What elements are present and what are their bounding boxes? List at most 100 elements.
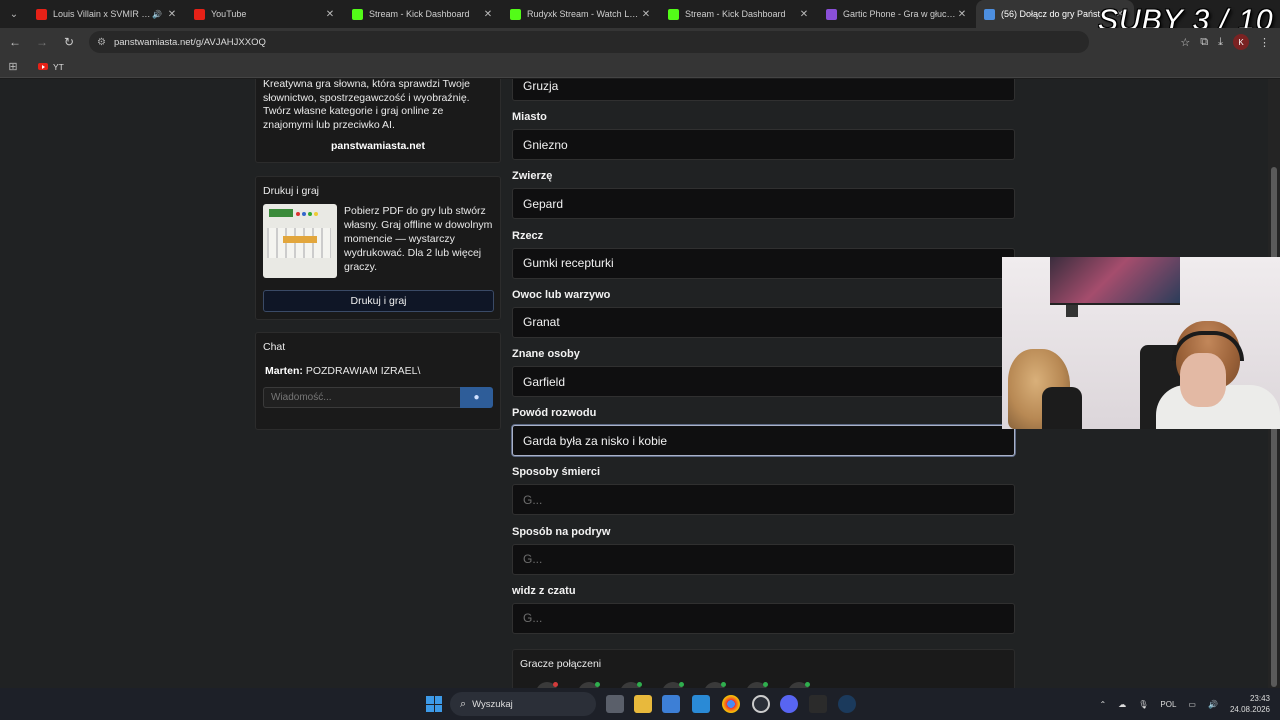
tab-title: Stream - Kick Dashboard (369, 9, 470, 19)
print-text: Pobierz PDF do gry lub stwórz własny. Gr… (344, 205, 493, 273)
answer-label: Sposoby śmierci (512, 466, 601, 479)
tab-title: Louis Villain x SVMIR - STA (53, 9, 152, 19)
answer-label: Znane osoby (512, 348, 580, 360)
answer-label: Owoc lub warzywo (512, 288, 611, 301)
system-tray: ⌃ ☁ 🎙 POL ▭ 🔊 23:43 24.08.2026 (1100, 688, 1270, 720)
tab-title: Rudyxk Stream - Watch Live on (527, 9, 640, 19)
chat-send-button[interactable]: ● (460, 387, 493, 408)
clock-date: 24.08.2026 (1229, 705, 1270, 714)
answer-field: Owoc lub warzywo (512, 289, 1015, 338)
tab-audio-icon[interactable]: 🔊 (152, 10, 162, 19)
tab-favicon-icon (510, 8, 521, 20)
browser-tab[interactable]: Rudyxk Stream - Watch Live on✕ (502, 0, 660, 28)
discord-icon[interactable] (780, 695, 798, 713)
print-pdf-thumbnail[interactable] (263, 204, 337, 278)
back-icon[interactable]: ← (3, 30, 27, 54)
tab-close-icon[interactable]: ✕ (956, 9, 968, 20)
bookmark-yt[interactable]: YT (38, 62, 64, 72)
tab-favicon-icon (826, 8, 837, 20)
store-icon[interactable] (662, 695, 680, 713)
answer-label: widz z czatu (512, 584, 576, 597)
bookmark-label: YT (53, 61, 64, 72)
players-card: Gracze połączeni (512, 649, 1015, 688)
bookmark-star-icon[interactable]: ☆ (1180, 36, 1190, 49)
tab-search-chevron-icon[interactable]: ⌄ (0, 0, 28, 28)
youtube-icon (38, 63, 48, 70)
answer-input[interactable] (512, 247, 1015, 279)
browser-tab[interactable]: Stream - Kick Dashboard ✕ (344, 0, 502, 28)
language-indicator[interactable]: POL (1160, 700, 1176, 709)
browser-tab[interactable]: Louis Villain x SVMIR - STA🔊 ✕ (28, 0, 186, 28)
forward-icon[interactable]: → (30, 30, 54, 54)
reload-icon[interactable]: ↻ (57, 30, 81, 54)
windows-taskbar: ⌕ Wyszukaj ⌃ ☁ 🎙 POL ▭ 🔊 23:43 24.08.202… (0, 688, 1280, 720)
answer-input[interactable] (512, 602, 1015, 634)
tab-close-icon[interactable]: ✕ (798, 9, 810, 20)
tab-close-icon[interactable]: ✕ (324, 9, 336, 20)
clock[interactable]: 23:43 24.08.2026 (1230, 693, 1270, 715)
answer-field: Rzecz (512, 230, 1015, 279)
extensions-icon[interactable]: ⧉ (1200, 36, 1208, 49)
microphone-icon[interactable]: 🎙 (1138, 700, 1148, 709)
answer-label: Rzecz (512, 229, 544, 242)
site-info-icon[interactable]: ⚙ (97, 37, 106, 48)
answer-input[interactable] (512, 306, 1015, 338)
answer-input[interactable] (512, 366, 1015, 397)
file-explorer-icon[interactable] (634, 695, 652, 713)
answer-input[interactable] (512, 79, 1015, 101)
menu-kebab-icon[interactable]: ⋮ (1259, 36, 1270, 49)
search-icon: ⌕ (460, 697, 467, 710)
chat-message: Marten: POZDRAWIAM IZRAEL\ (265, 365, 493, 377)
address-bar[interactable]: ⚙ panstwamiasta.net/g/AVJAHJXXOQ (89, 31, 1089, 53)
tab-favicon-icon (984, 8, 995, 20)
answer-input[interactable] (512, 484, 1015, 516)
answer-input[interactable] (512, 129, 1015, 161)
about-card: Kreatywna gra słowna, która sprawdzi Two… (255, 79, 501, 163)
network-icon[interactable]: ▭ (1188, 700, 1196, 709)
apps-grid-icon[interactable]: ⊞ (0, 60, 26, 73)
chat-author: Marten: (265, 365, 303, 377)
onedrive-icon[interactable]: ☁ (1118, 700, 1126, 709)
answer-input[interactable] (512, 543, 1015, 575)
chat-text: POZDRAWIAM IZRAEL\ (305, 365, 421, 377)
tab-close-icon[interactable]: ✕ (482, 9, 494, 20)
about-text: Kreatywna gra słowna, która sprawdzi Two… (263, 79, 470, 131)
webcam-overlay (1002, 257, 1280, 429)
profile-avatar[interactable]: K (1233, 34, 1249, 50)
browser-tab[interactable]: Gartic Phone - Gra w głuchy tel ✕ (818, 0, 976, 28)
mail-icon[interactable] (692, 695, 710, 713)
epic-games-icon[interactable] (809, 695, 827, 713)
answer-input[interactable] (512, 425, 1015, 457)
task-view-icon[interactable] (606, 695, 624, 713)
answer-field: Powód rozwodu (512, 407, 1015, 457)
tab-close-icon[interactable]: ✕ (640, 9, 652, 20)
chat-input[interactable] (263, 387, 461, 408)
tray-chevron-icon[interactable]: ⌃ (1100, 700, 1107, 709)
print-button[interactable]: Drukuj i graj (263, 290, 494, 312)
tab-title: YouTube (211, 9, 247, 19)
taskbar-search[interactable]: ⌕ Wyszukaj (450, 692, 596, 716)
downloads-icon[interactable]: ⤓ (1218, 36, 1223, 49)
answer-field: Sposób na podryw (512, 526, 1015, 575)
obs-icon[interactable] (752, 695, 770, 713)
speech-bubble-icon: ● (473, 392, 480, 403)
bookmarks-bar: ⊞ YT (0, 56, 1280, 78)
answer-field: Miasto (512, 111, 1015, 161)
browser-tab[interactable]: Stream - Kick Dashboard ✕ (660, 0, 818, 28)
browser-tab[interactable]: YouTube ✕ (186, 0, 344, 28)
players-title: Gracze połączeni (520, 658, 602, 670)
tabs-container: Louis Villain x SVMIR - STA🔊✕YouTube✕Str… (28, 0, 1134, 28)
tab-favicon-icon (352, 8, 363, 20)
steam-icon[interactable] (838, 695, 856, 713)
clock-time: 23:43 (1249, 694, 1270, 703)
tab-favicon-icon (668, 8, 679, 20)
windows-start-icon[interactable] (426, 696, 442, 712)
answer-field: Zwierzę (512, 170, 1015, 220)
tab-strip: ⌄ Louis Villain x SVMIR - STA🔊✕YouTube✕S… (0, 0, 1280, 28)
chrome-icon[interactable] (722, 695, 740, 713)
tab-favicon-icon (194, 8, 205, 20)
volume-icon[interactable]: 🔊 (1208, 700, 1218, 709)
tab-close-icon[interactable]: ✕ (166, 9, 178, 20)
answer-input[interactable] (512, 188, 1015, 220)
address-url: panstwamiasta.net/g/AVJAHJXXOQ (113, 36, 266, 48)
